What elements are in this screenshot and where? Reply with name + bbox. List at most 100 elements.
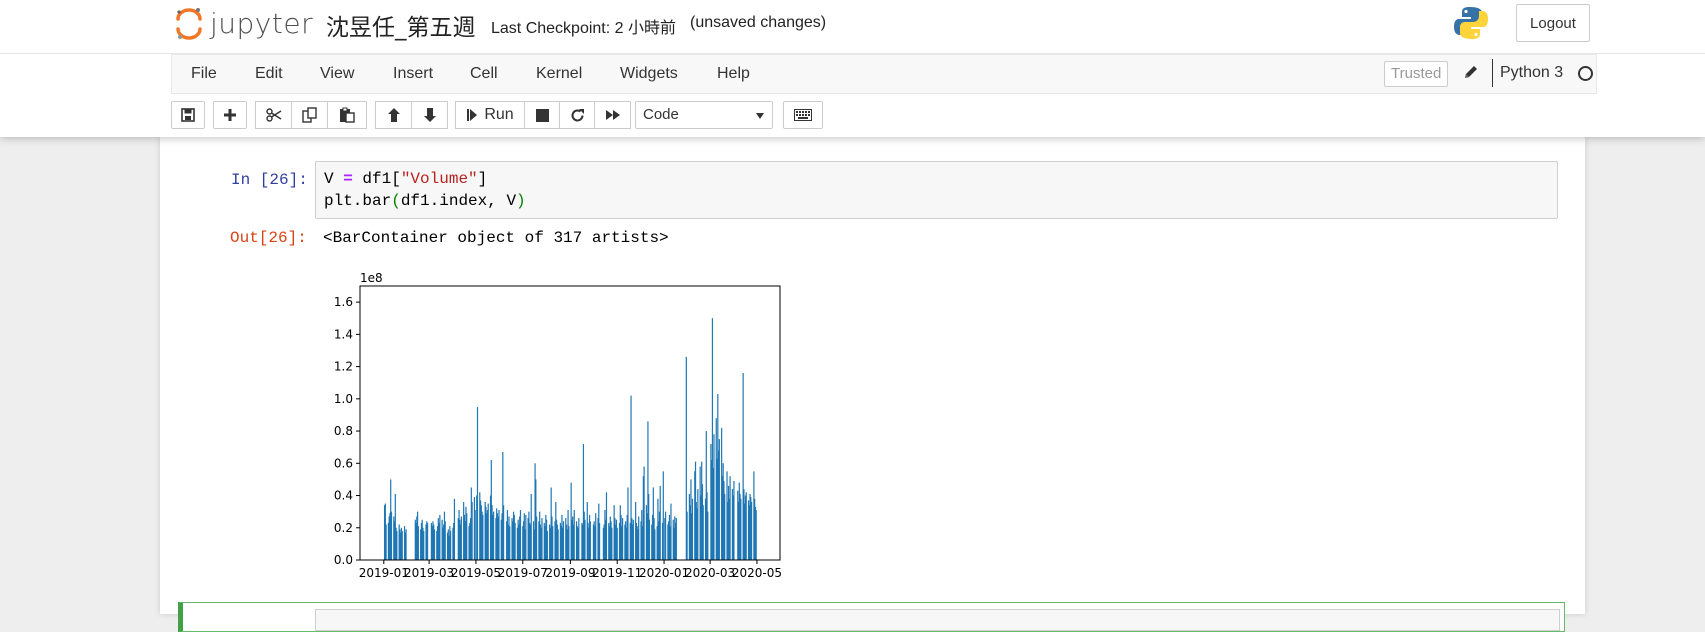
interrupt-button[interactable] bbox=[524, 101, 560, 129]
bar bbox=[476, 406, 479, 560]
bar bbox=[724, 493, 726, 560]
cut-button[interactable] bbox=[255, 101, 292, 129]
bar bbox=[638, 516, 640, 560]
bar bbox=[405, 529, 407, 560]
code-token: ( bbox=[391, 192, 401, 210]
code-token: df1.index, V bbox=[400, 192, 517, 210]
bar bbox=[474, 510, 476, 560]
bar bbox=[417, 526, 419, 560]
bar bbox=[535, 516, 538, 560]
volume-bar-chart: 0.00.20.40.60.81.01.21.41.61e82019-01201… bbox=[334, 271, 782, 580]
code-token: ] bbox=[477, 170, 488, 188]
bar bbox=[670, 503, 672, 560]
restart-button[interactable] bbox=[559, 101, 595, 129]
menu-file[interactable]: File bbox=[191, 65, 217, 83]
insert-cell-button[interactable] bbox=[213, 101, 247, 129]
chevron-down-icon bbox=[756, 113, 764, 119]
keyboard-icon bbox=[794, 109, 812, 121]
x-tick-label: 2019-01 bbox=[359, 566, 409, 580]
bar bbox=[557, 529, 559, 560]
input-prompt: In [26]: bbox=[231, 171, 308, 189]
bar bbox=[686, 511, 688, 560]
bar bbox=[502, 505, 505, 560]
bar bbox=[627, 487, 629, 560]
bar bbox=[740, 498, 742, 560]
bar bbox=[729, 476, 731, 560]
python-logo-icon bbox=[1452, 4, 1490, 47]
menu-help[interactable]: Help bbox=[717, 65, 750, 83]
code-token: V bbox=[324, 170, 344, 188]
bar bbox=[401, 530, 403, 560]
bar bbox=[450, 530, 452, 560]
kernel-separator bbox=[1492, 59, 1493, 87]
x-tick-label: 2019-03 bbox=[404, 566, 454, 580]
bar bbox=[621, 518, 624, 560]
bar bbox=[691, 498, 694, 560]
bar bbox=[514, 522, 516, 560]
menu-kernel[interactable]: Kernel bbox=[536, 65, 582, 83]
menu-widgets[interactable]: Widgets bbox=[620, 65, 678, 83]
y-tick-label: 1.6 bbox=[334, 295, 353, 309]
cell-type-value: Code bbox=[643, 106, 679, 123]
logout-button[interactable]: Logout bbox=[1516, 4, 1590, 42]
empty-cell-input[interactable] bbox=[315, 609, 1560, 631]
bar bbox=[423, 530, 425, 560]
run-button[interactable]: Run bbox=[455, 101, 525, 129]
arrow-down-icon bbox=[423, 108, 436, 122]
restart-run-all-button[interactable] bbox=[594, 101, 631, 129]
last-checkpoint: Last Checkpoint: 2 小時前 bbox=[491, 20, 676, 37]
bar bbox=[589, 521, 591, 560]
code-token: "Volume" bbox=[400, 170, 478, 188]
fast-forward-icon bbox=[605, 110, 620, 120]
bar bbox=[466, 513, 468, 560]
move-up-button[interactable] bbox=[375, 101, 412, 129]
bar bbox=[471, 501, 473, 560]
bar bbox=[433, 529, 436, 560]
bar bbox=[493, 511, 495, 560]
menu-view[interactable]: View bbox=[320, 65, 354, 83]
move-down-button[interactable] bbox=[411, 101, 448, 129]
code-cell-input[interactable]: V = df1["Volume"] plt.bar(df1.index, V) bbox=[315, 161, 1558, 219]
paste-button[interactable] bbox=[327, 101, 367, 129]
bar bbox=[509, 526, 511, 560]
paste-icon bbox=[340, 107, 355, 123]
copy-icon bbox=[301, 107, 317, 123]
notebook-name[interactable]: 沈昱任_第五週 bbox=[326, 8, 476, 42]
bar bbox=[598, 522, 601, 560]
bar bbox=[713, 434, 715, 560]
arrow-up-icon bbox=[387, 108, 400, 122]
bar bbox=[755, 510, 757, 560]
x-tick-label: 2019-07 bbox=[498, 566, 548, 580]
pencil-icon[interactable] bbox=[1463, 64, 1479, 85]
copy-button[interactable] bbox=[291, 101, 328, 129]
trusted-indicator[interactable]: Trusted bbox=[1384, 61, 1449, 87]
jupyter-logo[interactable]: jupyter bbox=[174, 6, 313, 40]
run-icon bbox=[467, 109, 478, 121]
x-tick-label: 2020-05 bbox=[732, 566, 782, 580]
bar bbox=[578, 518, 580, 560]
y-tick-label: 0.0 bbox=[334, 553, 353, 567]
save-icon bbox=[181, 108, 195, 122]
y-tick-label: 0.6 bbox=[334, 456, 353, 470]
x-tick-label: 2019-09 bbox=[545, 566, 595, 580]
code-line-2: plt.bar(df1.index, V) bbox=[324, 192, 526, 210]
menu-cell[interactable]: Cell bbox=[470, 65, 498, 83]
bar bbox=[659, 485, 661, 560]
bar bbox=[385, 524, 387, 560]
bar bbox=[552, 526, 554, 560]
bar bbox=[654, 529, 656, 560]
command-palette-button[interactable] bbox=[783, 101, 823, 129]
output-text: <BarContainer object of 317 artists> bbox=[323, 229, 669, 247]
menu-insert[interactable]: Insert bbox=[393, 65, 433, 83]
cut-icon bbox=[265, 108, 281, 122]
bar bbox=[662, 471, 664, 560]
bar bbox=[616, 527, 618, 560]
bar bbox=[664, 511, 667, 560]
menu-edit[interactable]: Edit bbox=[255, 65, 283, 83]
bar bbox=[611, 527, 613, 560]
code-token: ) bbox=[516, 192, 526, 210]
cell-type-select[interactable]: Code bbox=[635, 101, 773, 129]
kernel-name[interactable]: Python 3 bbox=[1500, 64, 1563, 82]
stop-icon bbox=[535, 108, 549, 122]
save-button[interactable] bbox=[171, 101, 205, 129]
